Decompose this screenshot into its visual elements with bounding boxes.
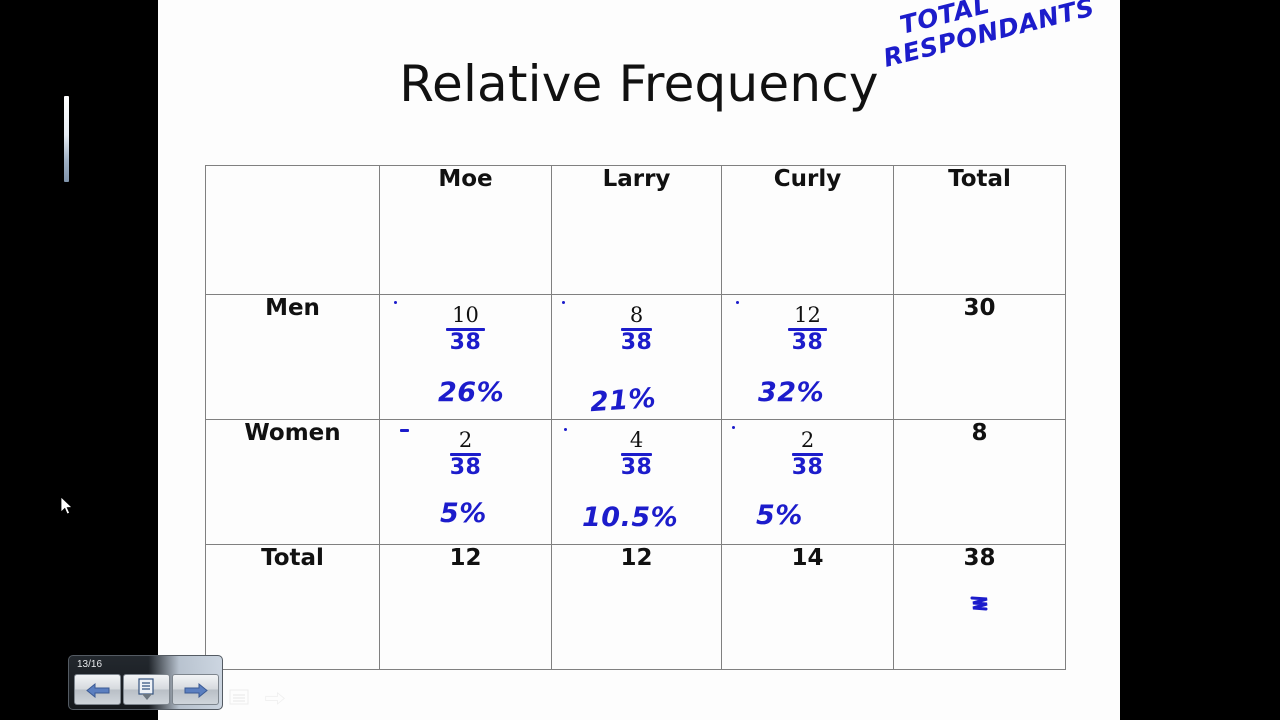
ghost-menu-icon xyxy=(229,689,249,705)
numerator: 8 xyxy=(629,303,644,327)
navigation-buttons xyxy=(74,674,219,705)
cell-men-curly: 12 38 32% xyxy=(721,294,894,420)
denominator: 38 xyxy=(620,455,653,480)
column-header-larry: Larry xyxy=(551,165,722,295)
row-label-total: Total xyxy=(205,544,380,670)
numerator: 12 xyxy=(794,303,821,327)
cell-total-larry: 12 xyxy=(551,544,722,670)
next-slide-button[interactable] xyxy=(172,674,219,705)
mouse-cursor xyxy=(60,496,73,515)
cell-women-larry: 4 38 10.5% xyxy=(551,419,722,545)
cell-women-curly: 2 38 5% xyxy=(721,419,894,545)
column-header-curly: Curly xyxy=(721,165,894,295)
ghost-controls xyxy=(228,688,286,708)
denominator: 38 xyxy=(449,330,482,355)
denominator: 38 xyxy=(620,330,653,355)
percent-men-moe: 26% xyxy=(438,377,505,408)
left-arrow-icon xyxy=(85,682,109,698)
fraction-women-larry: 4 38 xyxy=(552,430,721,479)
left-scroll-sliver[interactable] xyxy=(64,96,69,182)
cell-men-moe: 10 38 26% xyxy=(379,294,552,420)
denominator: 38 xyxy=(449,455,482,480)
ghost-right-arrow-icon xyxy=(265,692,285,705)
slide-counter: 13/16 xyxy=(77,659,103,670)
numerator: 2 xyxy=(800,428,815,452)
cell-women-moe: 2 38 5% xyxy=(379,419,552,545)
fraction-women-curly: 2 38 xyxy=(722,430,893,479)
page-title: Relative Frequency xyxy=(399,55,879,113)
ink-dot xyxy=(736,301,739,304)
slide-menu-button[interactable] xyxy=(123,674,170,705)
table-row-men: Men 10 38 26% 8 38 21% 12 38 32% 30 xyxy=(205,294,1066,420)
fraction-men-larry: 8 38 xyxy=(552,305,721,354)
numerator: 10 xyxy=(452,303,479,327)
numerator: 2 xyxy=(458,428,473,452)
cell-men-total: 30 xyxy=(893,294,1066,420)
percent-women-larry: 10.5% xyxy=(582,502,679,533)
video-player-stage: Relative Frequency TOTAL RESPONDANTS Moe… xyxy=(0,0,1280,720)
row-label-women: Women xyxy=(205,419,380,545)
cell-women-total: 8 xyxy=(893,419,1066,545)
document-dropdown-icon xyxy=(137,677,154,700)
denominator: 38 xyxy=(791,330,824,355)
slideshow-navigation-toolbar[interactable]: 13/16 xyxy=(68,655,223,710)
fraction-men-moe: 10 38 xyxy=(380,305,551,354)
relative-frequency-table: Moe Larry Curly Total Men 10 38 26% 8 38… xyxy=(205,165,1066,670)
table-header-row: Moe Larry Curly Total xyxy=(205,165,1066,295)
row-label-men: Men xyxy=(205,294,380,420)
table-corner-cell xyxy=(205,165,380,295)
numerator: 4 xyxy=(629,428,644,452)
cell-total-curly: 14 xyxy=(721,544,894,670)
presentation-slide: Relative Frequency TOTAL RESPONDANTS Moe… xyxy=(158,0,1120,720)
cell-total-moe: 12 xyxy=(379,544,552,670)
table-row-women: Women 2 38 5% 4 38 10.5% 2 38 5% 8 xyxy=(205,419,1066,545)
column-header-moe: Moe xyxy=(379,165,552,295)
grand-total-value: 38 xyxy=(963,545,996,571)
ink-dot xyxy=(732,426,735,429)
percent-women-moe: 5% xyxy=(440,498,487,529)
fraction-men-curly: 12 38 xyxy=(722,305,893,354)
cell-men-larry: 8 38 21% xyxy=(551,294,722,420)
ink-dot xyxy=(394,301,397,304)
cell-grand-total: 38 xyxy=(893,544,1066,670)
ink-scribble-underline xyxy=(970,596,987,611)
ink-dot xyxy=(562,301,565,304)
fraction-women-moe: 2 38 xyxy=(380,430,551,479)
percent-women-curly: 5% xyxy=(756,500,803,531)
table-row-total: Total 12 12 14 38 xyxy=(205,544,1066,670)
previous-slide-button[interactable] xyxy=(74,674,121,705)
column-header-total: Total xyxy=(893,165,1066,295)
percent-men-curly: 32% xyxy=(758,377,825,408)
annotation-line-1: TOTAL xyxy=(896,0,993,40)
percent-men-larry: 21% xyxy=(588,382,658,419)
right-arrow-icon xyxy=(184,682,208,698)
denominator: 38 xyxy=(791,455,824,480)
